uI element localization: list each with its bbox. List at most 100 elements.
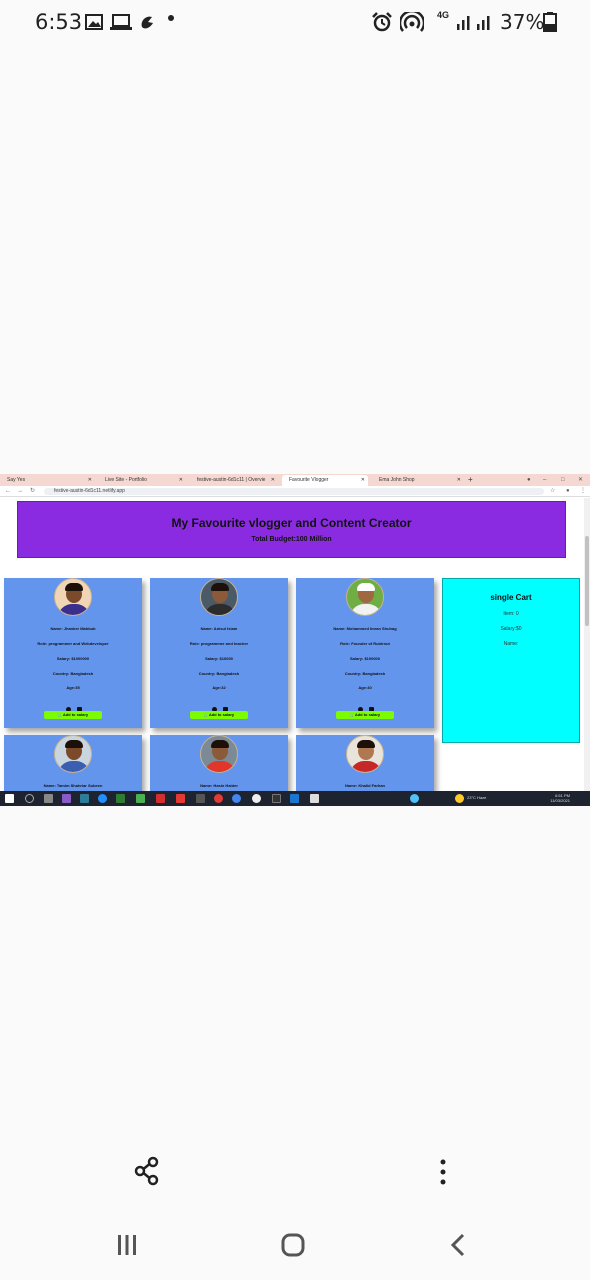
browser-tab-active[interactable]: Favourite Vlogger ✕ xyxy=(282,475,368,486)
vlogger-card: Name: Anisul Islam Role: programmer and … xyxy=(150,578,288,728)
url-text: festive-austin-6d1c11.netlify.app xyxy=(54,488,125,494)
vlogger-name: Name: Tamim Shahriar Subeen xyxy=(43,783,103,788)
browser-tab[interactable]: Live Site - Portfolio ✕ xyxy=(98,475,186,486)
tab-label: festive-austin-6d1c11 | Overvie xyxy=(197,477,266,483)
share-icon[interactable] xyxy=(132,1156,162,1186)
avatar xyxy=(346,578,384,616)
vlogger-name: Name: Khalid Farhan xyxy=(344,783,385,788)
taskbar-clock[interactable]: 6:51 PM 11/03/2021 xyxy=(550,793,570,803)
vlogger-age: Age:32 xyxy=(212,685,226,690)
cart-salary: Salary:$0 xyxy=(500,626,522,632)
close-icon[interactable]: ✕ xyxy=(88,475,92,486)
vlogger-card: Name: Hasin Haider xyxy=(150,735,288,791)
windows-start-icon[interactable] xyxy=(5,794,14,803)
vlogger-role: Role: programmer and Webdeveloper xyxy=(37,641,109,646)
edge-icon[interactable] xyxy=(98,794,107,803)
app-icon[interactable] xyxy=(196,794,205,803)
app-icon[interactable] xyxy=(214,794,223,803)
signal-icon xyxy=(457,16,490,30)
vlogger-name: Name: Mohammed Imran Shuhag xyxy=(333,626,397,631)
app-notification-icon xyxy=(141,16,153,29)
browser-tab[interactable]: Ema John Shop ✕ xyxy=(372,475,464,486)
windows-taskbar: 23°C Haze 6:51 PM 11/03/2021 xyxy=(0,791,590,806)
terminal-icon[interactable] xyxy=(272,794,281,803)
reload-icon[interactable]: ↻ xyxy=(30,487,35,496)
close-window-icon[interactable]: ✕ xyxy=(578,475,583,485)
vlogger-card: Name: Tamim Shahriar Subeen xyxy=(4,735,142,791)
browser-tab[interactable]: festive-austin-6d1c11 | Overvie ✕ xyxy=(190,475,278,486)
home-icon[interactable] xyxy=(280,1232,306,1258)
back-icon[interactable]: ← xyxy=(5,487,11,496)
close-icon[interactable]: ✕ xyxy=(457,475,461,486)
vlogger-card: Name: Mohammed Imran Shuhag Role: Founde… xyxy=(296,578,434,728)
back-nav-icon[interactable] xyxy=(446,1232,472,1258)
add-to-salary-button[interactable]: 🛒Add to salary xyxy=(190,711,248,719)
app-icon[interactable] xyxy=(116,794,125,803)
button-label: Add to salary xyxy=(208,712,235,717)
avatar xyxy=(346,735,384,773)
status-bar: 6:53 4G 37% xyxy=(0,0,590,46)
app-icon[interactable] xyxy=(310,794,319,803)
page-header: My Favourite vlogger and Content Creator… xyxy=(17,501,566,558)
tab-label: Ema John Shop xyxy=(379,477,415,483)
app-icon[interactable] xyxy=(410,794,419,803)
tab-label: Live Site - Portfolio xyxy=(105,477,147,483)
weather-icon[interactable] xyxy=(455,794,464,803)
task-view-icon[interactable] xyxy=(44,794,53,803)
social-icons xyxy=(354,699,378,712)
search-icon[interactable] xyxy=(25,794,34,803)
new-tab-icon[interactable]: + xyxy=(468,475,473,485)
notification-dot xyxy=(168,15,174,21)
url-field[interactable]: festive-austin-6d1c11.netlify.app xyxy=(44,488,544,495)
add-to-salary-button[interactable]: 🛒Add to salary xyxy=(336,711,394,719)
address-bar: ← → ↻ festive-austin-6d1c11.netlify.app … xyxy=(0,486,590,497)
gallery-icon xyxy=(85,14,103,30)
app-icon[interactable] xyxy=(156,794,165,803)
battery-percent: 37% xyxy=(500,10,545,34)
scroll-thumb[interactable] xyxy=(585,536,589,626)
browser-tab[interactable]: Say Yes ✕ xyxy=(0,475,95,486)
more-options-icon[interactable] xyxy=(438,1158,448,1186)
forward-icon[interactable]: → xyxy=(17,487,23,496)
account-icon[interactable]: ● xyxy=(566,487,570,496)
page-title: My Favourite vlogger and Content Creator xyxy=(171,516,412,530)
button-label: Add to salary xyxy=(62,712,89,717)
bookmark-star-icon[interactable]: ☆ xyxy=(550,487,555,496)
add-to-salary-button[interactable]: 🛒Add to salary xyxy=(44,711,102,719)
recent-apps-icon[interactable] xyxy=(114,1232,140,1258)
alarm-icon xyxy=(372,12,392,32)
laptop-icon xyxy=(110,14,132,30)
app-icon[interactable] xyxy=(136,794,145,803)
vlogger-age: Age:40 xyxy=(358,685,372,690)
social-icons xyxy=(62,699,86,712)
close-icon[interactable]: ✕ xyxy=(271,475,275,486)
browser-tab-bar: Say Yes ✕ Live Site - Portfolio ✕ festive-… xyxy=(0,474,590,486)
browser-menu-icon[interactable]: ⋮ xyxy=(580,487,586,496)
vlogger-card: Name: Jhanker Mahbub Role: programmer an… xyxy=(4,578,142,728)
vlogger-salary: Salary: $100000 xyxy=(349,656,381,661)
vscode-icon[interactable] xyxy=(290,794,299,803)
cart-item-count: Item: 0 xyxy=(503,611,519,617)
close-icon[interactable]: ✕ xyxy=(361,475,365,486)
chrome-icon[interactable] xyxy=(232,794,241,803)
chrome-icon[interactable] xyxy=(252,794,261,803)
visual-studio-icon[interactable] xyxy=(62,794,71,803)
app-icon[interactable] xyxy=(176,794,185,803)
vlogger-country: Country: Bangladesh xyxy=(198,671,240,676)
minimize-icon[interactable]: – xyxy=(543,475,546,485)
maximize-icon[interactable]: □ xyxy=(561,475,565,485)
network-type: 4G xyxy=(437,10,450,20)
avatar xyxy=(200,735,238,773)
hotspot-icon xyxy=(400,12,424,32)
vlogger-role: Role: Founder of Rubirnut xyxy=(340,641,390,646)
weather-text: 23°C Haze xyxy=(467,795,487,800)
total-budget: Total Budget:100 Million xyxy=(251,536,332,543)
vlogger-name: Name: Jhanker Mahbub xyxy=(50,626,96,631)
avatar xyxy=(200,578,238,616)
page-scrollbar[interactable] xyxy=(584,498,590,791)
single-cart: single Cart Item: 0 Salary:$0 Name: xyxy=(442,578,580,743)
profile-icon[interactable]: ● xyxy=(527,475,531,485)
app-icon[interactable] xyxy=(80,794,89,803)
battery-icon xyxy=(543,12,557,32)
close-icon[interactable]: ✕ xyxy=(179,475,183,486)
